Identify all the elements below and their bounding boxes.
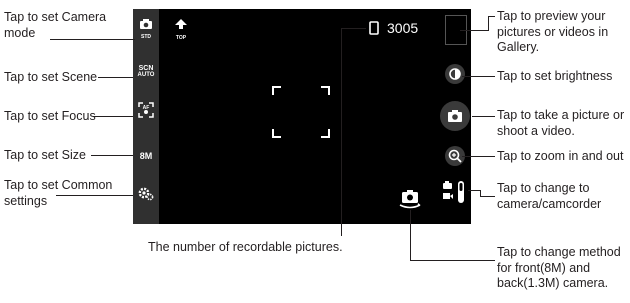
callout-shutter: Tap to take a picture or shoot a video. xyxy=(497,108,625,138)
callout-switch: Tap to change to camera/camcorder xyxy=(497,181,602,211)
callout-recordable: The number of recordable pictures. xyxy=(148,240,343,254)
callout-common-settings: Tap to set Common settings xyxy=(4,178,113,208)
callout-scene: Tap to set Scene xyxy=(4,70,98,84)
callout-brightness: Tap to set brightness xyxy=(497,69,613,83)
callout-camera-mode: Tap to set Camera mode xyxy=(4,10,107,40)
callout-focus: Tap to set Focus xyxy=(4,109,96,123)
callout-front-back: Tap to change method for front(8M) and b… xyxy=(497,245,621,290)
callout-zoom: Tap to zoom in and out xyxy=(497,149,624,163)
callout-size: Tap to set Size xyxy=(4,148,86,162)
callout-preview: Tap to preview your pictures or videos i… xyxy=(497,9,609,54)
